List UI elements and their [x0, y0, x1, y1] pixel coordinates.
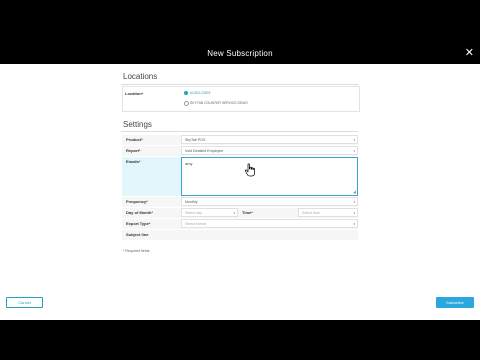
subject-line-label: Subject line [126, 232, 149, 237]
chevron-down-icon: ▾ [233, 211, 235, 215]
modal-header: New Subscription ✕ [0, 42, 480, 64]
location-label: Location* [125, 91, 144, 96]
chevron-down-icon: ▾ [353, 222, 355, 226]
locations-section-title: Locations [123, 72, 158, 81]
required-fields-note: * Required fields [123, 249, 150, 253]
emails-value: amy [185, 161, 193, 166]
emails-label: Emails* [126, 159, 141, 164]
location-option-label[interactable]: SKYTAB COUNTER SERVICE DEMO [190, 101, 248, 105]
day-of-month-placeholder: Select day [185, 211, 202, 215]
cancel-button[interactable]: Cancel [6, 297, 43, 308]
chevron-down-icon: ▾ [353, 200, 355, 204]
video-letterbox-top [0, 0, 480, 42]
day-of-month-select[interactable]: Select day ▾ [181, 208, 238, 217]
close-icon[interactable]: ✕ [465, 46, 474, 60]
emails-textarea[interactable]: amy ◢ [181, 157, 358, 196]
time-select[interactable]: Select time ▾ [298, 208, 358, 217]
export-type-placeholder: Select format [185, 222, 207, 226]
hand-pointer-icon [244, 163, 255, 177]
location-field [122, 86, 360, 112]
report-label: Report* [126, 148, 141, 153]
day-of-month-label: Day of Month* [126, 210, 153, 215]
time-label: Time* [242, 210, 253, 215]
chevron-down-icon: ▾ [353, 138, 355, 142]
export-type-select[interactable]: Select format ▾ [181, 219, 358, 228]
product-label: Product* [126, 137, 143, 142]
frequency-select[interactable]: Monthly ▾ [181, 197, 358, 206]
settings-divider [121, 131, 358, 132]
product-select[interactable]: SkyTab POS ▾ [181, 135, 358, 144]
subscribe-button[interactable]: Subscribe [436, 297, 474, 308]
product-value: SkyTab POS [185, 138, 206, 142]
settings-section-title: Settings [123, 120, 152, 129]
location-radio-skytab[interactable] [184, 101, 189, 106]
frequency-label: Frequency* [126, 199, 148, 204]
location-option-label[interactable]: AUSCLOSE5 [190, 91, 210, 95]
modal-title: New Subscription [207, 48, 273, 58]
chevron-down-icon: ▾ [353, 211, 355, 215]
locations-divider [121, 84, 358, 85]
report-value: Void Detailed Employee [185, 149, 224, 153]
frequency-value: Monthly [185, 200, 198, 204]
video-letterbox-bottom [0, 320, 480, 360]
time-placeholder: Select time [302, 211, 320, 215]
resize-handle-icon[interactable]: ◢ [353, 189, 356, 194]
chevron-down-icon: ▾ [353, 149, 355, 153]
subject-line-input[interactable] [181, 230, 358, 239]
location-radio-auscloses[interactable] [184, 91, 188, 95]
export-type-label: Export Type* [126, 221, 151, 226]
report-select[interactable]: Void Detailed Employee ▾ [181, 146, 358, 155]
